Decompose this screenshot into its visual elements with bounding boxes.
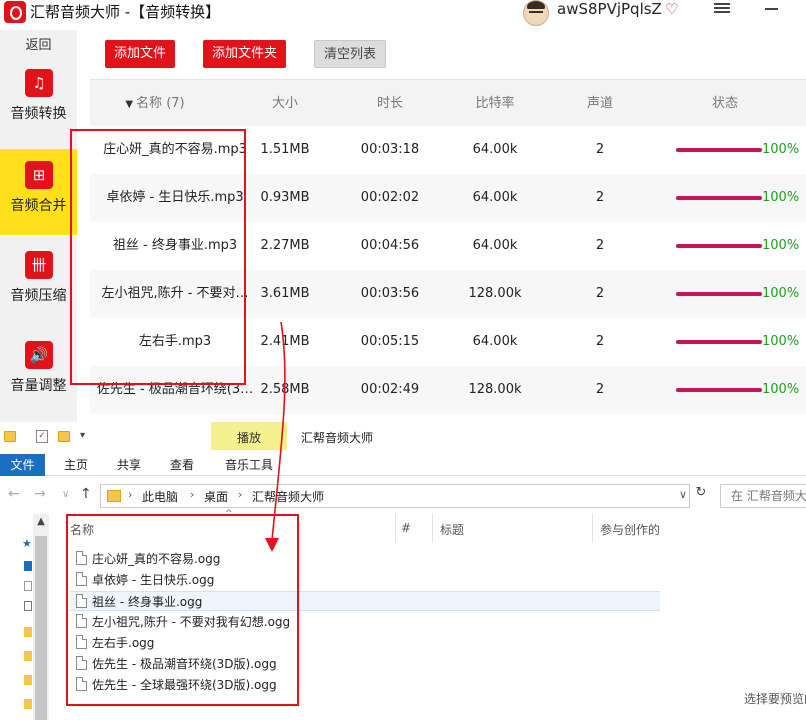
annotation-arrow bbox=[265, 321, 286, 552]
